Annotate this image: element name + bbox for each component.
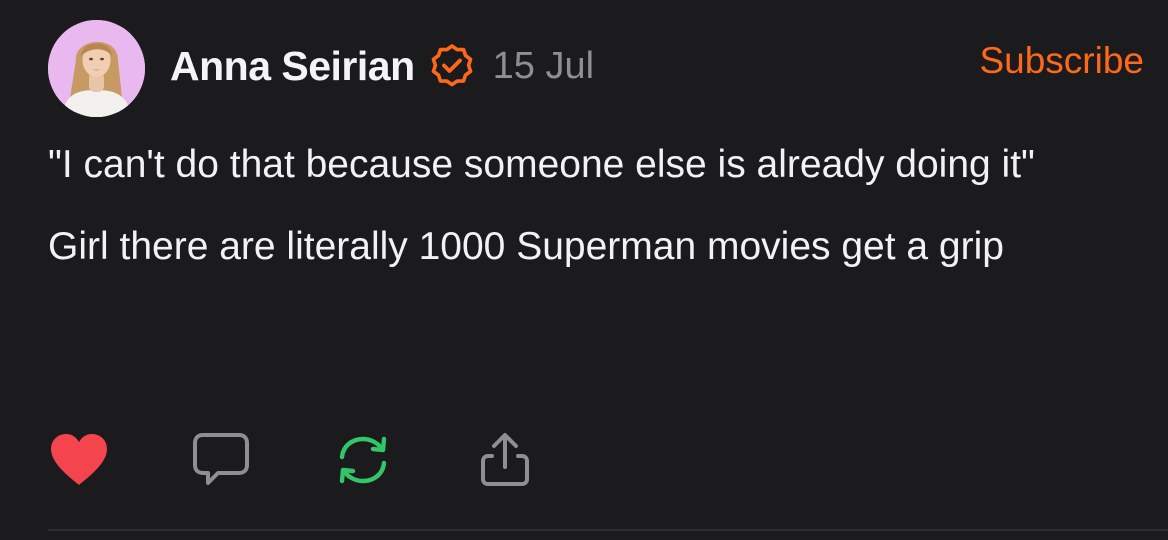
comment-icon — [193, 433, 249, 485]
avatar[interactable] — [48, 20, 145, 117]
like-button[interactable] — [48, 430, 110, 490]
post-date: 15 Jul — [492, 44, 595, 87]
heart-icon — [51, 434, 107, 485]
comment-button[interactable] — [190, 430, 252, 490]
post-paragraph: Girl there are literally 1000 Superman m… — [48, 225, 1004, 268]
restack-button[interactable] — [332, 430, 394, 490]
avatar-image — [48, 20, 145, 117]
subscribe-button[interactable]: Subscribe — [979, 40, 1144, 82]
author-name[interactable]: Anna Seirian — [170, 43, 415, 90]
share-icon — [481, 433, 529, 486]
post-header: Anna Seirian 15 Jul — [170, 36, 594, 96]
post-card: Anna Seirian 15 Jul Subscribe "I can't d… — [0, 0, 1168, 540]
share-button[interactable] — [474, 430, 536, 490]
restack-icon — [339, 436, 387, 484]
divider — [48, 529, 1168, 531]
post-body: "I can't do that because someone else is… — [48, 136, 1108, 300]
verified-badge-icon — [429, 43, 475, 89]
post-paragraph: "I can't do that because someone else is… — [48, 143, 1035, 186]
action-bar — [48, 430, 536, 490]
